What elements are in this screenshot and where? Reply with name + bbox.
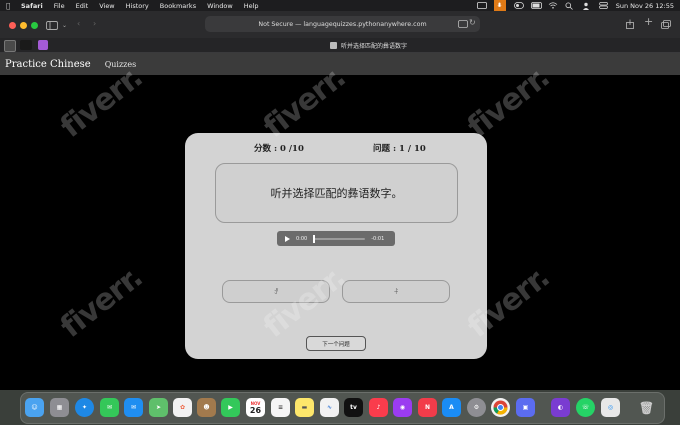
tab-bar: 听并选择匹配的彝语数字 [0,38,680,53]
menu-extras: Sun Nov 26 12:55 [476,0,674,11]
screen-mirroring-icon[interactable] [476,2,487,9]
answer-option-1[interactable]: ꀋ [222,280,330,303]
news-icon[interactable]: N [418,398,437,417]
forward-icon[interactable]: › [93,20,96,28]
audio-progress-track[interactable] [313,234,366,243]
apple-icon[interactable]:  [6,2,15,10]
dock: ☺ ▦ ✦ ✉ ✉ ➤ ✿ ☻ ▶ NOV 26 ≡ ▬ ∿ tv ♪ ◉ N … [20,392,665,424]
answer-option-1-label: ꀋ [273,288,279,296]
tab-group-chevron-icon[interactable]: ⌄ [62,22,67,30]
share-icon[interactable] [626,19,634,31]
mail-icon[interactable]: ✉ [124,398,143,417]
active-tab[interactable]: 听并选择匹配的彝语数字 [330,38,407,52]
translate-icon[interactable] [458,20,468,30]
preview-icon[interactable]: ◎ [601,398,620,417]
apple-tv-icon[interactable]: tv [344,398,363,417]
battery-icon[interactable] [530,2,542,9]
next-question-button[interactable]: 下一个问题 [306,336,366,351]
app-store-icon[interactable]: A [442,398,461,417]
answer-option-2-label: ꊰ [393,288,399,296]
menu-clock[interactable]: Sun Nov 26 12:55 [616,2,674,10]
question-box: 听并选择匹配的彝语数字。 [215,163,458,223]
microphone-indicator-icon[interactable] [493,0,506,11]
trash-icon[interactable]: 🗑 [637,398,656,417]
system-settings-icon[interactable]: ⚙ [467,398,486,417]
reminders-icon[interactable]: ≡ [271,398,290,417]
question-counter: 问题 : 1 / 10 [373,144,426,154]
site-brand[interactable]: Practice Chinese [5,59,91,70]
menu-bar:  Safari File Edit View History Bookmark… [0,0,680,11]
site-navbar: Practice Chinese Quizzes [0,53,680,75]
tab-overview-icon[interactable] [661,20,671,31]
close-window-button[interactable] [9,22,16,29]
launchpad-icon[interactable]: ▦ [50,398,69,417]
photos-icon[interactable]: ✿ [173,398,192,417]
freeform-icon[interactable]: ∿ [320,398,339,417]
quiz-card: 分数 : 0 /10 问题 : 1 / 10 听并选择匹配的彝语数字。 0:00… [185,133,487,359]
pinned-tab-1[interactable] [4,40,16,52]
finder-icon[interactable]: ☺ [25,398,44,417]
reload-icon[interactable]: ↻ [469,19,476,27]
menu-bookmarks[interactable]: Bookmarks [160,2,196,10]
contacts-icon[interactable]: ☻ [197,398,216,417]
page-content: 分数 : 0 /10 问题 : 1 / 10 听并选择匹配的彝语数字。 0:00… [0,75,680,390]
back-icon[interactable]: ‹ [77,20,80,28]
app-icon-blue[interactable]: ▣ [516,398,535,417]
answer-option-2[interactable]: ꊰ [342,280,450,303]
browser-toolbar: ⌄ ‹ › Not Secure — languagequizzes.pytho… [0,11,680,39]
play-icon[interactable] [285,235,290,242]
audio-current-time: 0:00 [296,235,308,242]
menu-file[interactable]: File [54,2,65,10]
menu-view[interactable]: View [99,2,114,10]
calendar-icon[interactable]: NOV 26 [246,398,265,417]
next-question-label: 下一个问题 [322,341,350,348]
sidebar-toggle-icon[interactable] [46,21,58,32]
spotlight-icon[interactable] [565,2,574,10]
minimize-window-button[interactable] [20,22,27,29]
calendar-day: 26 [249,405,262,415]
whatsapp-icon[interactable]: ☏ [576,398,595,417]
pinned-tab-3[interactable] [38,40,48,50]
notes-icon[interactable]: ▬ [295,398,314,417]
tab-title: 听并选择匹配的彝语数字 [341,42,408,50]
messages-icon[interactable]: ✉ [100,398,119,417]
nav-quizzes-link[interactable]: Quizzes [105,60,137,69]
audio-remaining-time: -0:01 [371,235,385,242]
music-icon[interactable]: ♪ [369,398,388,417]
menu-help[interactable]: Help [244,2,259,10]
zoom-window-button[interactable] [31,22,38,29]
user-icon[interactable] [582,2,591,10]
tab-favicon-icon [330,41,337,49]
menu-edit[interactable]: Edit [76,2,89,10]
audio-progress-knob[interactable] [313,234,316,243]
maps-icon[interactable]: ➤ [149,398,168,417]
menu-history[interactable]: History [126,2,149,10]
github-icon[interactable]: ◐ [551,398,570,417]
audio-player[interactable]: 0:00 -0:01 [277,231,395,246]
safari-icon[interactable]: ✦ [75,398,94,417]
pinned-tab-2[interactable] [20,40,32,50]
menu-app-name[interactable]: Safari [21,2,43,10]
new-tab-icon[interactable]: + [644,16,653,27]
score-label: 分数 : 0 /10 [254,144,304,154]
vpn-icon[interactable] [513,2,524,9]
chrome-icon[interactable] [491,398,510,417]
question-prompt: 听并选择匹配的彝语数字。 [270,187,403,200]
facetime-icon[interactable]: ▶ [221,398,240,417]
address-text: Not Secure — languagequizzes.pythonanywh… [258,20,427,28]
control-center-icon[interactable] [598,2,608,9]
address-bar[interactable]: Not Secure — languagequizzes.pythonanywh… [205,16,480,32]
podcasts-icon[interactable]: ◉ [393,398,412,417]
wifi-icon[interactable] [548,2,557,9]
menu-window[interactable]: Window [207,2,233,10]
